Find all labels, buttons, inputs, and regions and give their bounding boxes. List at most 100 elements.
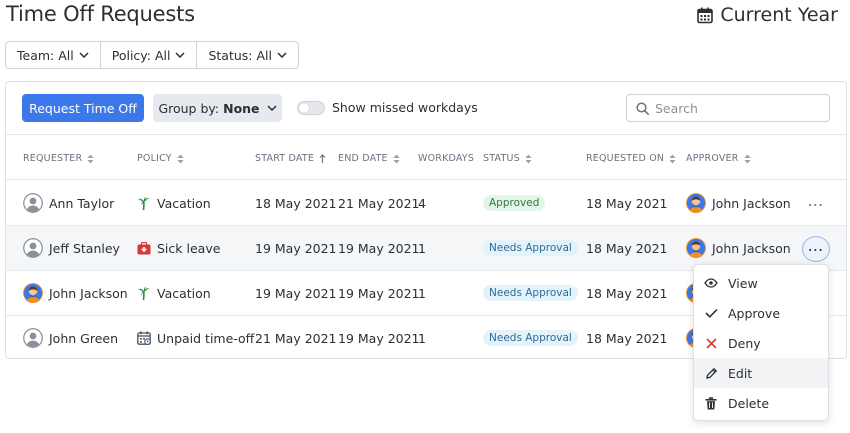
status-filter-label: Status: All: [208, 47, 272, 63]
column-header[interactable]: APPROVER: [686, 153, 751, 164]
default-avatar-icon: [23, 238, 43, 258]
palm-tree-icon: [137, 286, 151, 301]
group-by-value: None: [223, 100, 260, 116]
menu-item-label: Delete: [728, 395, 770, 411]
requested-on-cell: 18 May 2021: [586, 316, 668, 360]
column-header[interactable]: POLICY: [137, 153, 184, 164]
column-header-label: STATUS: [483, 153, 520, 164]
workdays-value: 1: [418, 240, 426, 256]
status-badge: Needs Approval: [483, 330, 578, 346]
sort-icon: [393, 154, 400, 163]
more-options-button[interactable]: ⋯: [802, 236, 830, 262]
more-horizontal-icon: ⋯: [807, 239, 825, 259]
sort-ascending-icon: [319, 153, 326, 163]
requester-name: Jeff Stanley: [49, 240, 120, 256]
calendar-icon: [137, 331, 151, 345]
requested-on-date: 18 May 2021: [586, 285, 668, 301]
table-header: REQUESTER POLICY START DATE END DATE WORKDAY…: [6, 135, 846, 180]
team-filter-label: Team: All: [17, 47, 74, 63]
default-avatar-icon: [23, 328, 43, 348]
menu-item-delete[interactable]: Delete: [694, 388, 828, 418]
toolbar: Request Time Off Group by: None Show mis…: [6, 82, 846, 135]
palm-tree-icon: [137, 196, 151, 211]
column-header-label: END DATE: [338, 153, 388, 164]
policy-cell: Unpaid time-off: [137, 316, 254, 360]
sort-icon: [669, 154, 676, 163]
column-header[interactable]: WORKDAYS: [418, 153, 474, 164]
column-header[interactable]: STATUS: [483, 153, 532, 164]
request-time-off-button[interactable]: Request Time Off: [22, 94, 144, 122]
workdays-cell: 1: [418, 271, 426, 315]
status-cell: Approved: [483, 181, 546, 225]
requester-name: Ann Taylor: [49, 195, 115, 211]
policy-filter-label: Policy: All: [111, 47, 171, 63]
requester-cell[interactable]: John Green: [23, 316, 118, 360]
end-date-cell: 19 May 2021: [338, 226, 420, 270]
status-filter[interactable]: Status: All: [197, 42, 298, 68]
column-header-label: REQUESTED ON: [586, 153, 665, 164]
start-date: 19 May 2021: [255, 240, 337, 256]
status-cell: Needs Approval: [483, 226, 578, 270]
period-selector[interactable]: Current Year: [697, 4, 838, 26]
sort-icon: [177, 154, 184, 163]
start-date-cell: 19 May 2021: [255, 271, 337, 315]
menu-item-edit[interactable]: Edit: [694, 358, 828, 388]
menu-item-label: Approve: [728, 305, 781, 321]
menu-item-deny[interactable]: Deny: [694, 328, 828, 358]
eye-icon: [704, 276, 718, 290]
start-date: 21 May 2021: [255, 330, 337, 346]
requester-cell[interactable]: John Jackson: [23, 271, 128, 315]
more-options-button[interactable]: ⋯: [802, 191, 830, 217]
avatar: [686, 193, 706, 213]
workdays-value: 1: [418, 330, 426, 346]
requester-cell[interactable]: Jeff Stanley: [23, 226, 120, 270]
policy-name: Vacation: [157, 285, 211, 301]
status-cell: Needs Approval: [483, 316, 578, 360]
menu-item-label: Edit: [728, 365, 753, 381]
status-cell: Needs Approval: [483, 271, 578, 315]
checkmark-icon: [704, 306, 718, 320]
start-date-cell: 19 May 2021: [255, 226, 337, 270]
column-header[interactable]: REQUESTER: [23, 153, 94, 164]
search-box: [626, 94, 830, 122]
chevron-down-icon: [277, 52, 287, 58]
team-filter[interactable]: Team: All: [6, 42, 101, 68]
sort-icon: [744, 154, 751, 163]
policy-name: Sick leave: [157, 240, 221, 256]
search-icon: [636, 101, 649, 115]
requester-name: John Jackson: [49, 285, 128, 301]
group-by-button[interactable]: Group by: None: [153, 94, 282, 122]
policy-cell: Sick leave: [137, 226, 220, 270]
end-date: 19 May 2021: [338, 240, 420, 256]
column-header[interactable]: START DATE: [255, 153, 326, 164]
missed-workdays-label: Show missed workdays: [332, 100, 478, 115]
requested-on-cell: 18 May 2021: [586, 181, 668, 225]
sort-icon: [87, 154, 94, 163]
requester-cell[interactable]: Ann Taylor: [23, 181, 114, 225]
start-date: 18 May 2021: [255, 195, 337, 211]
filter-bar: Team: All Policy: All Status: All: [5, 41, 299, 69]
search-input[interactable]: [655, 100, 815, 116]
column-header[interactable]: END DATE: [338, 153, 400, 164]
row-actions-menu: View Approve Deny Edit Delete: [693, 264, 829, 421]
table-row[interactable]: Ann Taylor Vacation 18 May 2021 21 May 2021…: [6, 181, 846, 226]
status-badge: Needs Approval: [483, 285, 578, 301]
end-date: 19 May 2021: [338, 330, 420, 346]
sort-icon: [525, 154, 532, 163]
requested-on-date: 18 May 2021: [586, 240, 668, 256]
menu-item-approve[interactable]: Approve: [694, 298, 828, 328]
missed-workdays-toggle[interactable]: [297, 100, 325, 115]
menu-item-view[interactable]: View: [694, 268, 828, 298]
column-header-label: START DATE: [255, 153, 315, 164]
requested-on-date: 18 May 2021: [586, 330, 668, 346]
menu-item-label: Deny: [728, 335, 761, 351]
column-header[interactable]: REQUESTED ON: [586, 153, 676, 164]
policy-name: Vacation: [157, 195, 211, 211]
first-aid-icon: [137, 241, 151, 255]
start-date-cell: 21 May 2021: [255, 316, 337, 360]
policy-filter[interactable]: Policy: All: [101, 42, 198, 68]
approver-cell[interactable]: John Jackson: [686, 181, 791, 225]
requester-name: John Green: [49, 330, 119, 346]
approver-name: John Jackson: [712, 240, 791, 256]
requested-on-cell: 18 May 2021: [586, 271, 668, 315]
